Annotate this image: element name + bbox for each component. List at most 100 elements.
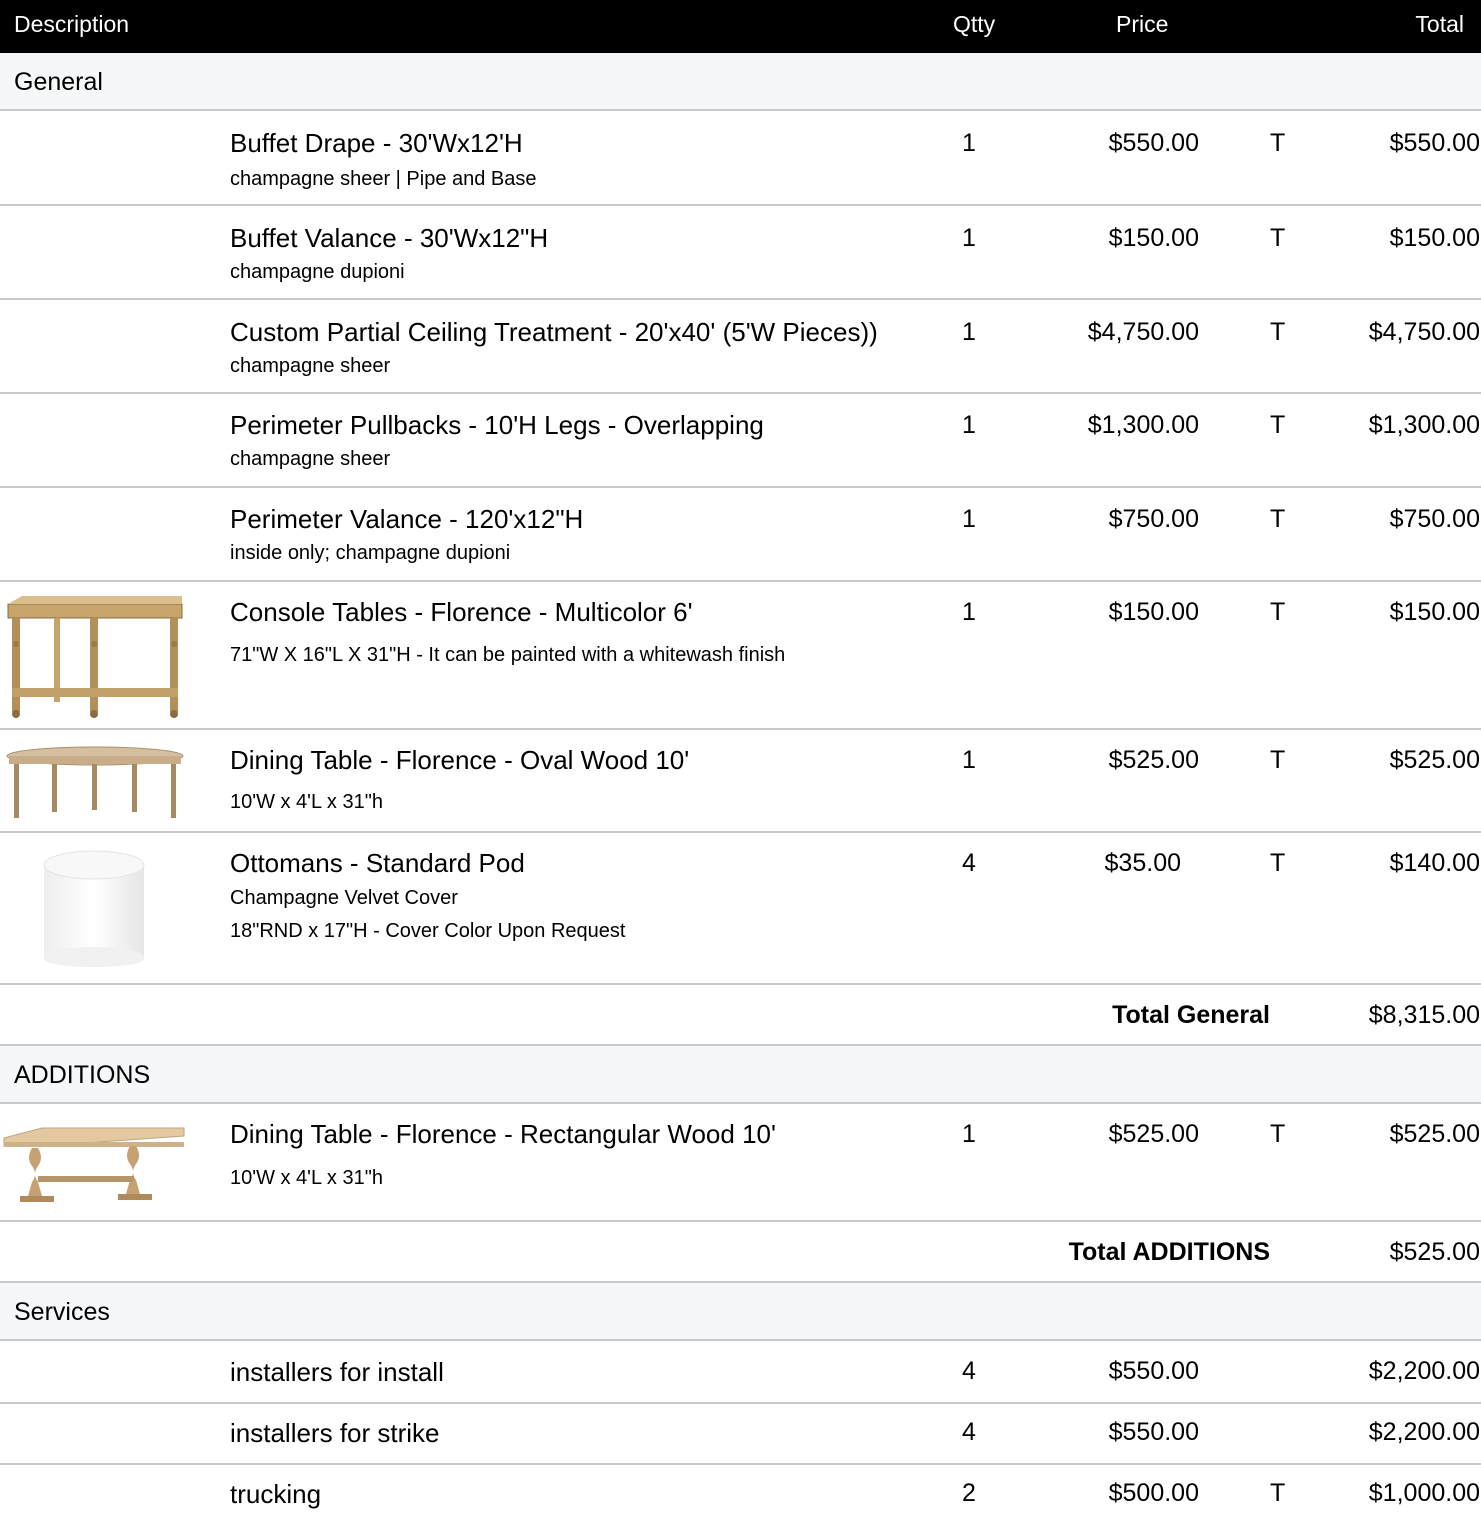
oval-table-image <box>6 746 184 818</box>
subtotal-value: $525.00 <box>1389 1238 1480 1266</box>
item-tax-flag: T <box>1270 746 1286 774</box>
item-total: $150.00 <box>1389 224 1480 252</box>
item-price: $525.00 <box>1108 746 1199 774</box>
item-total: $750.00 <box>1389 505 1480 533</box>
item-title: Buffet Valance - 30'Wx12"H <box>230 223 549 253</box>
item-tax-flag: T <box>1270 505 1286 533</box>
item-title: installers for install <box>230 1357 444 1387</box>
section-title: General <box>14 68 103 96</box>
item-tax-flag: T <box>1270 1120 1286 1148</box>
item-tax-flag: T <box>1270 598 1286 626</box>
table-header: Description Qtty Price Total <box>0 0 1481 53</box>
item-subtitle: 71"W X 16"L X 31"H - It can be painted w… <box>230 644 786 666</box>
item-price: $750.00 <box>1108 505 1199 533</box>
item-subtitle: Champagne Velvet Cover <box>230 887 458 909</box>
item-subtitle: champagne sheer <box>230 448 391 470</box>
item-qty: 1 <box>962 318 976 346</box>
table-row[interactable]: trucking 2 $500.00 T $1,000.00 <box>0 1465 1481 1514</box>
section-title: Services <box>14 1298 110 1326</box>
section-title: ADDITIONS <box>14 1061 151 1089</box>
subtotal-label: Total ADDITIONS <box>1068 1238 1270 1266</box>
item-title: Custom Partial Ceiling Treatment - 20'x4… <box>230 317 878 347</box>
header-description: Description <box>14 11 130 37</box>
item-qty: 1 <box>962 598 976 626</box>
section-header-general: General <box>0 53 1481 111</box>
table-row[interactable]: Console Tables - Florence - Multicolor 6… <box>0 582 1481 730</box>
item-total: $2,200.00 <box>1368 1418 1480 1446</box>
section-header-additions: ADDITIONS <box>0 1046 1481 1104</box>
item-qty: 1 <box>962 411 976 439</box>
item-price: $150.00 <box>1108 598 1199 626</box>
item-title: Dining Table - Florence - Rectangular Wo… <box>230 1119 776 1149</box>
section-header-services: Services <box>0 1283 1481 1341</box>
item-subtitle: champagne sheer | Pipe and Base <box>230 168 537 190</box>
item-total: $550.00 <box>1389 129 1480 157</box>
header-qty: Qtty <box>953 11 996 37</box>
item-qty: 4 <box>962 849 976 877</box>
header-total: Total <box>1415 11 1464 37</box>
item-qty: 1 <box>962 1120 976 1148</box>
item-qty: 1 <box>962 129 976 157</box>
item-title: Dining Table - Florence - Oval Wood 10' <box>230 745 690 775</box>
item-total: $525.00 <box>1389 1120 1480 1148</box>
item-price: $550.00 <box>1108 1418 1199 1446</box>
item-subtitle: inside only; champagne dupioni <box>230 542 511 564</box>
subtotal-label: Total General <box>1112 1001 1270 1029</box>
item-title: Ottomans - Standard Pod <box>230 848 525 878</box>
item-qty: 4 <box>962 1357 976 1385</box>
item-total: $1,300.00 <box>1368 411 1480 439</box>
subtotal-value: $8,315.00 <box>1368 1001 1480 1029</box>
item-total: $140.00 <box>1389 849 1480 877</box>
item-subtitle: champagne sheer <box>230 355 391 377</box>
item-tax-flag: T <box>1270 318 1286 346</box>
item-qty: 4 <box>962 1418 976 1446</box>
item-price: $500.00 <box>1108 1479 1199 1507</box>
item-title: Console Tables - Florence - Multicolor 6… <box>230 597 693 627</box>
table-row[interactable]: Buffet Valance - 30'Wx12"H champagne dup… <box>0 206 1481 300</box>
item-price: $4,750.00 <box>1087 318 1199 346</box>
ottoman-image <box>43 850 145 967</box>
item-title: installers for strike <box>230 1418 440 1448</box>
table-row[interactable]: Dining Table - Florence - Oval Wood 10' … <box>0 730 1481 833</box>
item-price: $550.00 <box>1108 129 1199 157</box>
item-price: $525.00 <box>1108 1120 1199 1148</box>
item-qty: 1 <box>962 224 976 252</box>
item-tax-flag: T <box>1270 849 1286 877</box>
item-total: $1,000.00 <box>1368 1479 1480 1507</box>
item-tax-flag: T <box>1270 411 1286 439</box>
item-tax-flag: T <box>1270 224 1286 252</box>
item-total: $2,200.00 <box>1368 1357 1480 1385</box>
table-row[interactable]: Buffet Drape - 30'Wx12'H champagne sheer… <box>0 111 1481 206</box>
header-price: Price <box>1116 11 1169 37</box>
table-row[interactable]: Custom Partial Ceiling Treatment - 20'x4… <box>0 300 1481 394</box>
item-total: $525.00 <box>1389 746 1480 774</box>
item-subtitle: 10'W x 4'L x 31"h <box>230 1167 383 1189</box>
item-subtitle: champagne dupioni <box>230 261 405 283</box>
item-price: $35.00 <box>1104 849 1181 877</box>
item-price: $550.00 <box>1108 1357 1199 1385</box>
item-title: Buffet Drape - 30'Wx12'H <box>230 128 523 158</box>
item-subtitle-secondary: 18"RND x 17"H - Cover Color Upon Request <box>230 920 626 942</box>
table-row[interactable]: Perimeter Pullbacks - 10'H Legs - Overla… <box>0 394 1481 488</box>
subtotal-row-additions: Total ADDITIONS $525.00 <box>0 1222 1481 1283</box>
item-price: $1,300.00 <box>1087 411 1199 439</box>
rect-table-image <box>3 1127 185 1202</box>
item-price: $150.00 <box>1108 224 1199 252</box>
table-row[interactable]: installers for install 4 $550.00 $2,200.… <box>0 1341 1481 1404</box>
table-row[interactable]: installers for strike 4 $550.00 $2,200.0… <box>0 1404 1481 1465</box>
table-row[interactable]: Dining Table - Florence - Rectangular Wo… <box>0 1104 1481 1222</box>
item-qty: 2 <box>962 1479 976 1507</box>
item-tax-flag: T <box>1270 129 1286 157</box>
table-row[interactable]: Ottomans - Standard Pod Champagne Velvet… <box>0 833 1481 985</box>
item-title: Perimeter Valance - 120'x12"H <box>230 504 584 534</box>
item-total: $150.00 <box>1389 598 1480 626</box>
console-table-image <box>7 596 183 718</box>
item-total: $4,750.00 <box>1368 318 1480 346</box>
item-qty: 1 <box>962 505 976 533</box>
subtotal-row-general: Total General $8,315.00 <box>0 985 1481 1046</box>
table-row[interactable]: Perimeter Valance - 120'x12"H inside onl… <box>0 488 1481 582</box>
item-qty: 1 <box>962 746 976 774</box>
item-title: trucking <box>230 1479 322 1509</box>
item-subtitle: 10'W x 4'L x 31"h <box>230 791 383 813</box>
item-title: Perimeter Pullbacks - 10'H Legs - Overla… <box>230 410 764 440</box>
